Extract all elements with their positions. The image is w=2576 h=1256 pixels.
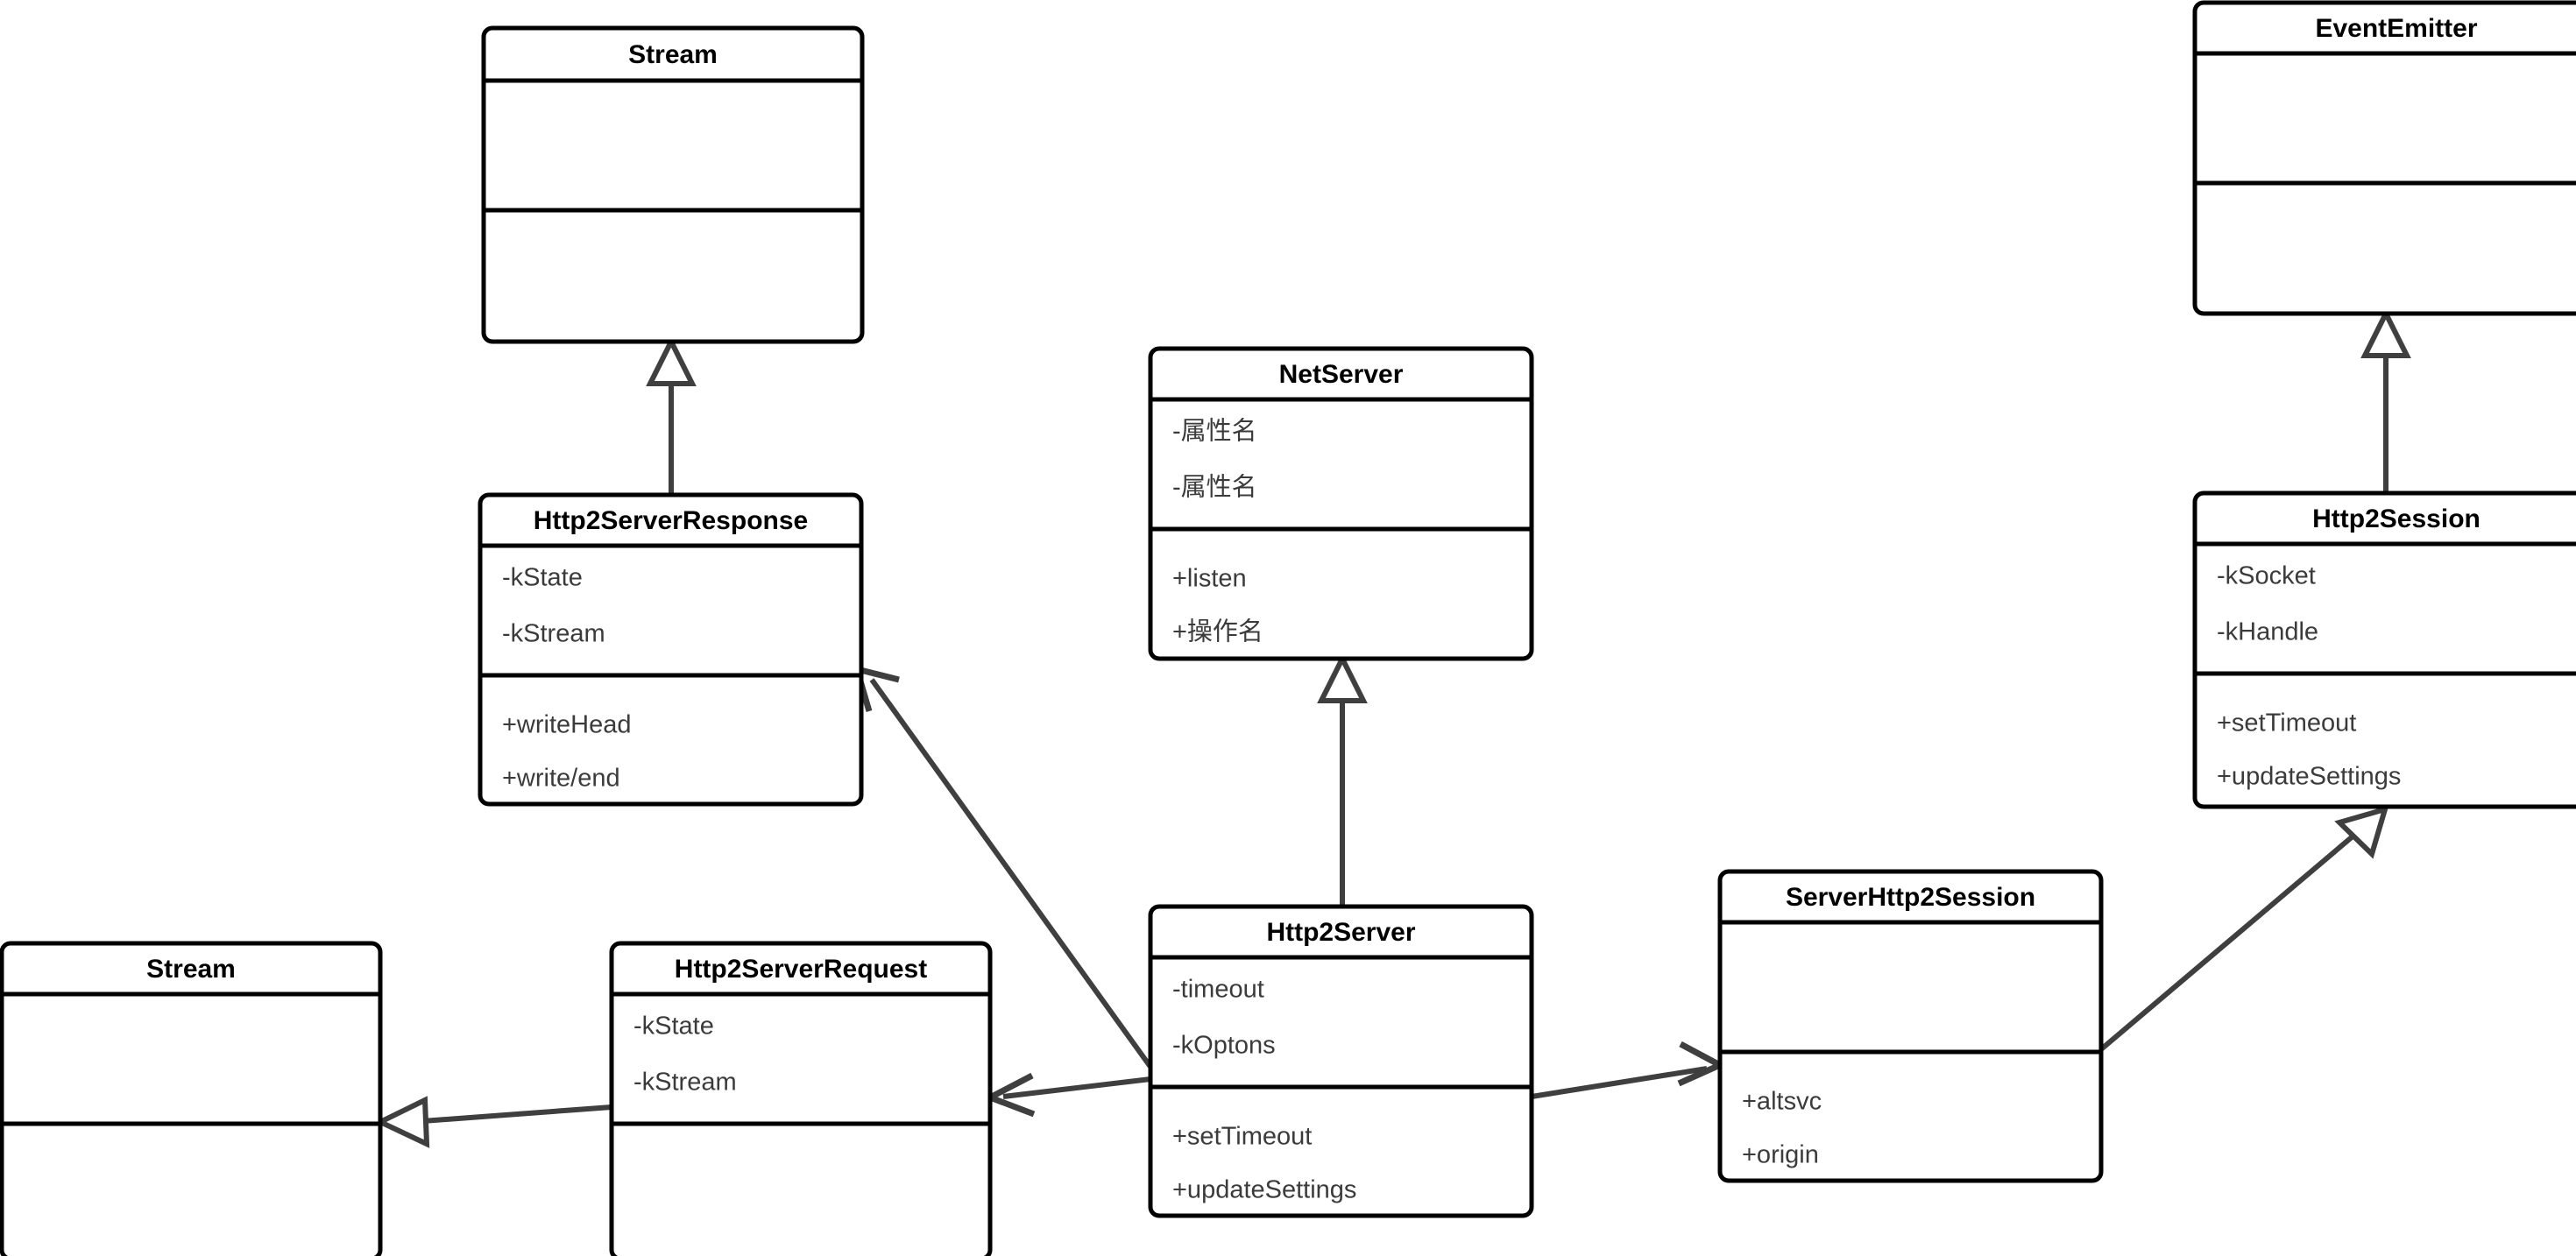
class-name-label: EventEmitter bbox=[2315, 14, 2477, 43]
rel-response-extends-stream-hollow-triangle-icon bbox=[646, 335, 697, 386]
class-box-stream-top[interactable]: Stream bbox=[481, 25, 865, 344]
class-attribute: -kStream bbox=[633, 1069, 737, 1097]
class-method: +操作名 bbox=[1172, 617, 1263, 646]
class-box-net-server[interactable]: NetServer -属性名 -属性名 +listen +操作名 bbox=[1148, 346, 1534, 661]
class-name-label: Stream bbox=[146, 955, 236, 984]
uml-class-diagram: Stream EventEmitter NetServer -属性名 -属性名 +list… bbox=[0, 0, 2576, 1256]
class-attribute: -kHandle bbox=[2217, 618, 2318, 646]
class-box-outline bbox=[1148, 346, 1534, 661]
class-attribute: -kStream bbox=[502, 620, 605, 648]
class-attribute: -属性名 bbox=[1172, 473, 1257, 502]
class-name-label: Stream bbox=[628, 40, 718, 69]
class-attribute: -kOptons bbox=[1172, 1032, 1276, 1060]
class-method: +writeHead bbox=[502, 711, 632, 739]
rel-server-extends-netserver-hollow-triangle-icon bbox=[1317, 653, 1368, 703]
class-method: +write/end bbox=[502, 765, 620, 793]
class-attribute: -属性名 bbox=[1172, 417, 1257, 446]
rel-server-uses-serversession-open-arrow-icon bbox=[1677, 1041, 1727, 1087]
rel-session-extends-eventemitter bbox=[2360, 307, 2411, 493]
rel-request-extends-stream-hollow-triangle-icon bbox=[374, 1096, 430, 1148]
rel-serversession-extends-session-hollow-triangle-icon bbox=[2334, 805, 2389, 859]
class-box-outline bbox=[478, 492, 864, 807]
class-attribute: -timeout bbox=[1172, 976, 1264, 1004]
class-name-label: Http2ServerResponse bbox=[534, 506, 808, 535]
class-method: +origin bbox=[1742, 1141, 1819, 1169]
class-method: +altsvc bbox=[1742, 1088, 1822, 1116]
class-name-label: Http2Server bbox=[1266, 918, 1415, 947]
class-box-http2-server-response[interactable]: Http2ServerResponse -kState -kStream +write… bbox=[478, 492, 864, 807]
class-box-server-http2-session[interactable]: ServerHttp2Session +altsvc +origin bbox=[1717, 869, 2104, 1183]
rel-serversession-extends-session-line bbox=[2099, 834, 2354, 1052]
class-box-outline bbox=[481, 25, 865, 344]
rel-server-uses-request bbox=[982, 1072, 1151, 1118]
class-attribute: -kSocket bbox=[2217, 562, 2316, 590]
class-attribute: -kState bbox=[633, 1013, 714, 1041]
class-box-outline bbox=[1148, 904, 1534, 1218]
class-name-label: Http2ServerRequest bbox=[675, 955, 927, 984]
class-method: +listen bbox=[1172, 565, 1247, 593]
classes-layer: Stream EventEmitter NetServer -属性名 -属性名 +list… bbox=[0, 0, 2576, 1256]
rel-request-extends-stream-line bbox=[421, 1104, 612, 1124]
rel-request-extends-stream bbox=[374, 1096, 612, 1148]
class-name-label: Http2Session bbox=[2312, 505, 2480, 533]
rel-server-uses-serversession bbox=[1531, 1041, 1727, 1099]
rel-response-extends-stream bbox=[646, 335, 697, 495]
class-method: +setTimeout bbox=[1172, 1123, 1312, 1151]
rel-session-extends-eventemitter-hollow-triangle-icon bbox=[2360, 307, 2411, 358]
rel-serversession-extends-session bbox=[2099, 805, 2389, 1052]
class-box-http2-session[interactable]: Http2Session -kSocket -kHandle +setTimeout +… bbox=[2192, 490, 2576, 809]
class-box-outline bbox=[609, 941, 993, 1256]
class-box-outline bbox=[1717, 869, 2104, 1183]
class-name-label: ServerHttp2Session bbox=[1786, 883, 2035, 912]
class-attribute: -kState bbox=[502, 564, 583, 592]
class-box-event-emitter[interactable]: EventEmitter bbox=[2192, 0, 2576, 316]
class-box-http2-server[interactable]: Http2Server -timeout -kOptons +setTimeout +u… bbox=[1148, 904, 1534, 1218]
class-box-http2-server-request[interactable]: Http2ServerRequest -kState -kStream bbox=[609, 941, 993, 1256]
class-box-outline bbox=[2192, 490, 2576, 809]
class-name-label: NetServer bbox=[1279, 360, 1404, 389]
class-box-stream-bottom[interactable]: Stream bbox=[0, 941, 383, 1256]
diagram-canvas: Stream EventEmitter NetServer -属性名 -属性名 +list… bbox=[0, 0, 2576, 1256]
class-box-outline bbox=[2192, 0, 2576, 316]
class-method: +setTimeout bbox=[2217, 709, 2356, 737]
class-method: +updateSettings bbox=[1172, 1176, 1356, 1204]
rel-server-extends-netserver bbox=[1317, 653, 1368, 907]
class-method: +updateSettings bbox=[2217, 763, 2401, 791]
class-box-outline bbox=[0, 941, 383, 1256]
